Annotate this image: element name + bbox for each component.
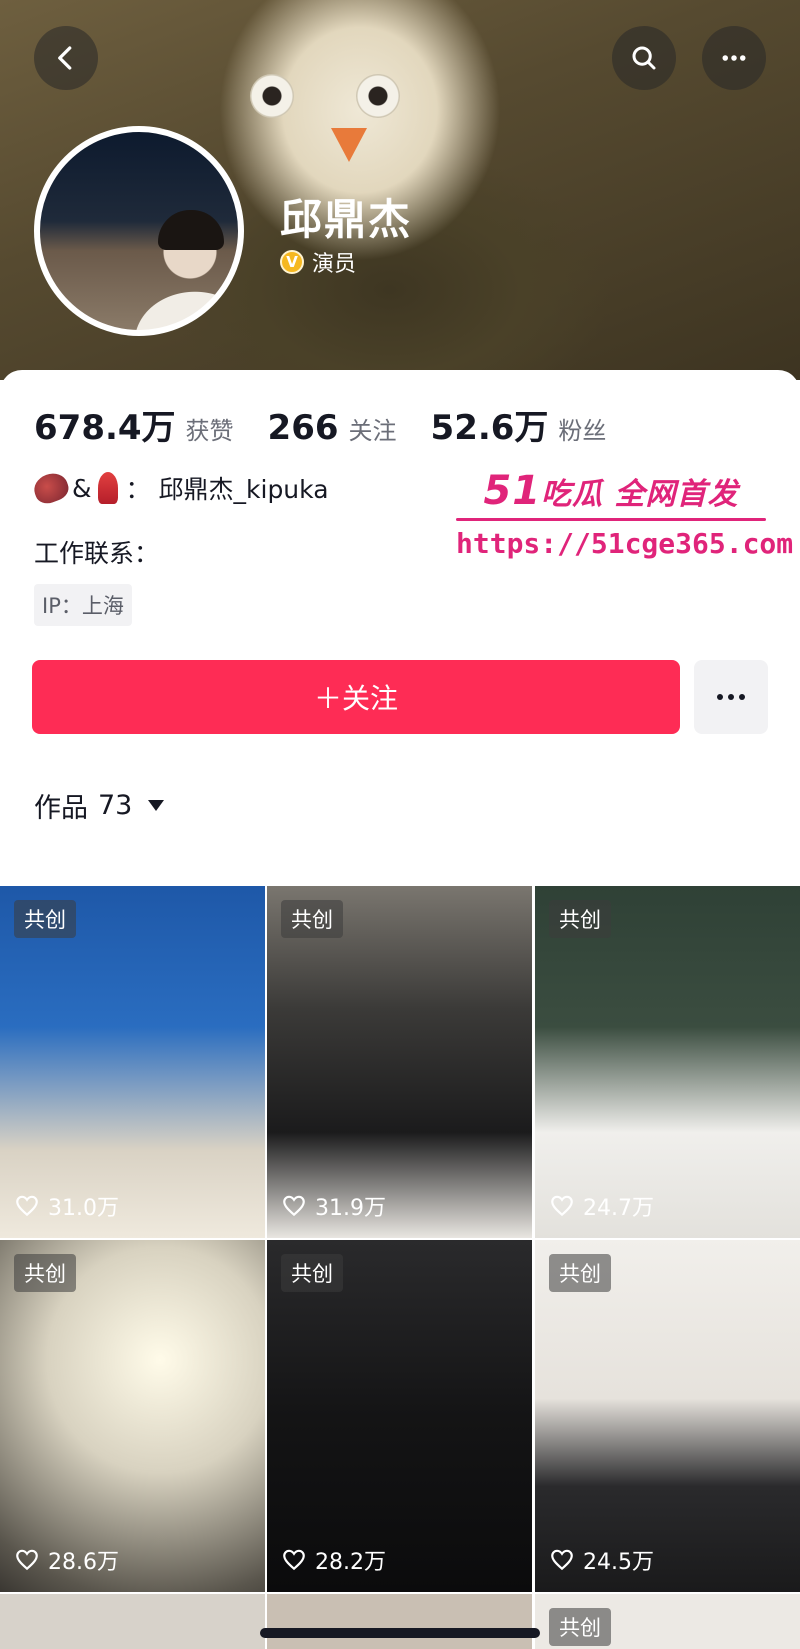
profile-more-button[interactable] [694,660,768,734]
heart-icon [16,1549,38,1571]
bio-handle: 邱鼎杰_kipuka [158,475,329,504]
verified-badge-icon: V [280,250,304,274]
video-tile[interactable] [0,1594,265,1649]
likes-count: 678.4万 [34,408,176,448]
watermark: 51吃瓜 全网首发 https://51cge365.com [456,468,794,560]
heart-icon [16,1195,38,1217]
like-count: 31.0万 [14,1190,119,1222]
like-count: 28.6万 [14,1544,119,1576]
cocreate-badge: 共创 [549,1254,611,1292]
ip-location-tag: IP：上海 [34,584,132,626]
verified-row: V 演员 [280,246,356,278]
cocreate-badge: 共创 [281,1254,343,1292]
avatar-hair [158,210,224,250]
bio-line: & ： 邱鼎杰_kipuka [30,469,329,507]
bio-colon: ： [125,475,151,504]
likes-label: 获赞 [185,417,234,445]
sweet-potato-icon [30,469,72,507]
video-tile[interactable]: 共创 [535,1594,800,1649]
watermark-divider [456,518,766,521]
video-tile[interactable]: 共创 31.9万 [267,886,532,1238]
work-contact: 工作联系： [34,539,160,568]
profile-name: 邱鼎杰 [280,195,413,244]
verified-label: 演员 [312,252,357,277]
video-tile[interactable]: 共创 24.7万 [535,886,800,1238]
watermark-url: https://51cge365.com [456,527,794,560]
heart-icon [283,1195,305,1217]
heart-icon [283,1549,305,1571]
video-tile[interactable]: 共创 28.2万 [267,1240,532,1592]
back-arrow-icon [58,46,72,70]
video-tile[interactable] [267,1594,532,1649]
cocreate-badge: 共创 [281,900,343,938]
stats-row: 678.4万 获赞 266 关注 52.6万 粉丝 [34,400,640,449]
following-label[interactable]: 关注 [349,411,397,446]
followers-label[interactable]: 粉丝 [558,411,606,446]
followers-count[interactable]: 52.6万 [431,400,549,449]
ribbon-icon [97,472,118,504]
banner-cat-eye-left [250,74,294,118]
follow-button[interactable]: ＋关注 [32,660,680,734]
heart-icon [551,1549,573,1571]
search-button[interactable] [612,26,676,90]
following-count[interactable]: 266 [268,408,339,448]
cocreate-badge: 共创 [14,1254,76,1292]
video-tile[interactable]: 共创 31.0万 [0,886,265,1238]
bio-amp: & [72,473,92,503]
caret-down-icon [148,800,165,811]
cocreate-badge: 共创 [549,900,611,938]
works-tab[interactable]: 作品 73 [34,786,165,825]
search-icon [632,46,656,70]
video-tile[interactable]: 共创 24.5万 [535,1240,800,1592]
back-button[interactable] [34,26,98,90]
more-icon [722,55,746,61]
heart-icon [551,1195,573,1217]
banner-cat-eye-right [356,74,400,118]
like-count: 31.9万 [281,1190,386,1222]
banner-cat-nose [331,128,367,162]
like-count: 24.5万 [549,1544,654,1576]
cocreate-badge: 共创 [14,900,76,938]
watermark-brand: 51吃瓜 全网首发 [483,468,739,514]
cocreate-badge: 共创 [549,1608,611,1646]
more-icon [717,694,745,700]
more-options-button[interactable] [702,26,766,90]
avatar[interactable] [34,126,244,336]
like-count: 24.7万 [549,1190,654,1222]
works-label: 作品 [34,793,88,824]
works-count: 73 [98,790,133,821]
video-tile[interactable]: 共创 28.6万 [0,1240,265,1592]
home-indicator[interactable] [260,1628,540,1638]
like-count: 28.2万 [281,1544,386,1576]
